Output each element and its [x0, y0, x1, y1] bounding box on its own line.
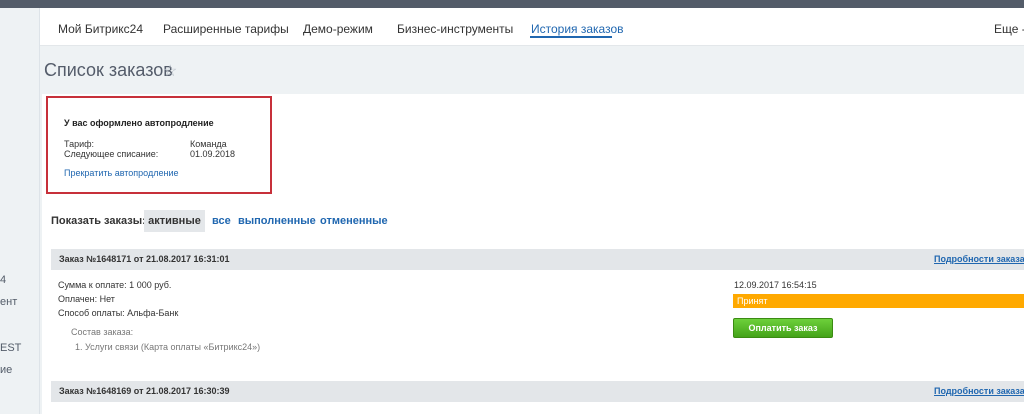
order-header: Заказ №1648171 от 21.08.2017 16:31:01 По…	[51, 249, 1024, 270]
tariff-value: Команда	[190, 139, 227, 149]
order-title: Заказ №1648169 от 21.08.2017 16:30:39	[59, 386, 230, 396]
next-charge-value: 01.09.2018	[190, 149, 236, 159]
order-details-link[interactable]: Подробности заказа	[934, 254, 1024, 264]
order-title: Заказ №1648171 от 21.08.2017 16:31:01	[59, 254, 230, 264]
sidebar-fragment[interactable]: EST	[0, 342, 21, 354]
order-status-label: Принят	[737, 296, 768, 306]
filter-cancelled-link[interactable]: отмененные	[320, 215, 388, 227]
filter-label: Показать заказы:	[51, 215, 146, 227]
pay-order-button[interactable]: Оплатить заказ	[733, 318, 833, 338]
sidebar-fragment[interactable]: 4	[0, 274, 6, 286]
cancel-autopay-link[interactable]: Прекратить автопродление	[64, 168, 179, 178]
filter-completed-link[interactable]: выполненные	[238, 215, 316, 227]
order-composition-label: Состав заказа:	[71, 327, 134, 337]
tab-more[interactable]: Еще -	[994, 22, 1024, 36]
sidebar-fragment[interactable]: ент	[0, 296, 17, 308]
tab-extended-plans[interactable]: Расширенные тарифы	[163, 22, 289, 36]
active-tab-indicator	[530, 36, 612, 38]
top-bar	[0, 0, 1024, 8]
filter-all-link[interactable]: все	[212, 215, 231, 227]
order-status-time: 12.09.2017 16:54:15	[734, 280, 817, 290]
order-details-link[interactable]: Подробности заказа	[934, 386, 1024, 396]
order-status-badge: Принят	[733, 294, 1024, 308]
page-title: Список заказов	[44, 60, 173, 80]
tab-business-tools[interactable]: Бизнес-инструменты	[397, 22, 513, 36]
autopay-heading: У вас оформлено автопродление	[64, 118, 214, 128]
sidebar-fragment[interactable]: ие	[0, 364, 12, 376]
tabs-bar: Мой Битрикс24 Расширенные тарифы Демо-ре…	[40, 8, 1024, 46]
tab-demo-mode[interactable]: Демо-режим	[303, 22, 373, 36]
tab-my-bitrix24[interactable]: Мой Битрикс24	[58, 22, 143, 36]
order-payment-method: Способ оплаты: Альфа-Банк	[58, 308, 179, 318]
order-item: 1. Услуги связи (Карта оплаты «Битрикс24…	[75, 342, 261, 352]
tariff-label: Тариф:	[64, 139, 95, 149]
order-amount: Сумма к оплате: 1 000 руб.	[58, 280, 172, 290]
left-sidebar: 4 ент EST ие	[0, 8, 40, 414]
star-icon[interactable]: ☆	[163, 61, 177, 81]
order-paid-status: Оплачен: Нет	[58, 294, 115, 304]
tab-order-history[interactable]: История заказов	[531, 22, 624, 36]
filter-active-button[interactable]: активные	[144, 210, 205, 232]
autopay-box: У вас оформлено автопродление Тариф: Ком…	[46, 96, 272, 194]
order-header: Заказ №1648169 от 21.08.2017 16:30:39 По…	[51, 381, 1024, 402]
next-charge-label: Следующее списание:	[64, 149, 159, 159]
